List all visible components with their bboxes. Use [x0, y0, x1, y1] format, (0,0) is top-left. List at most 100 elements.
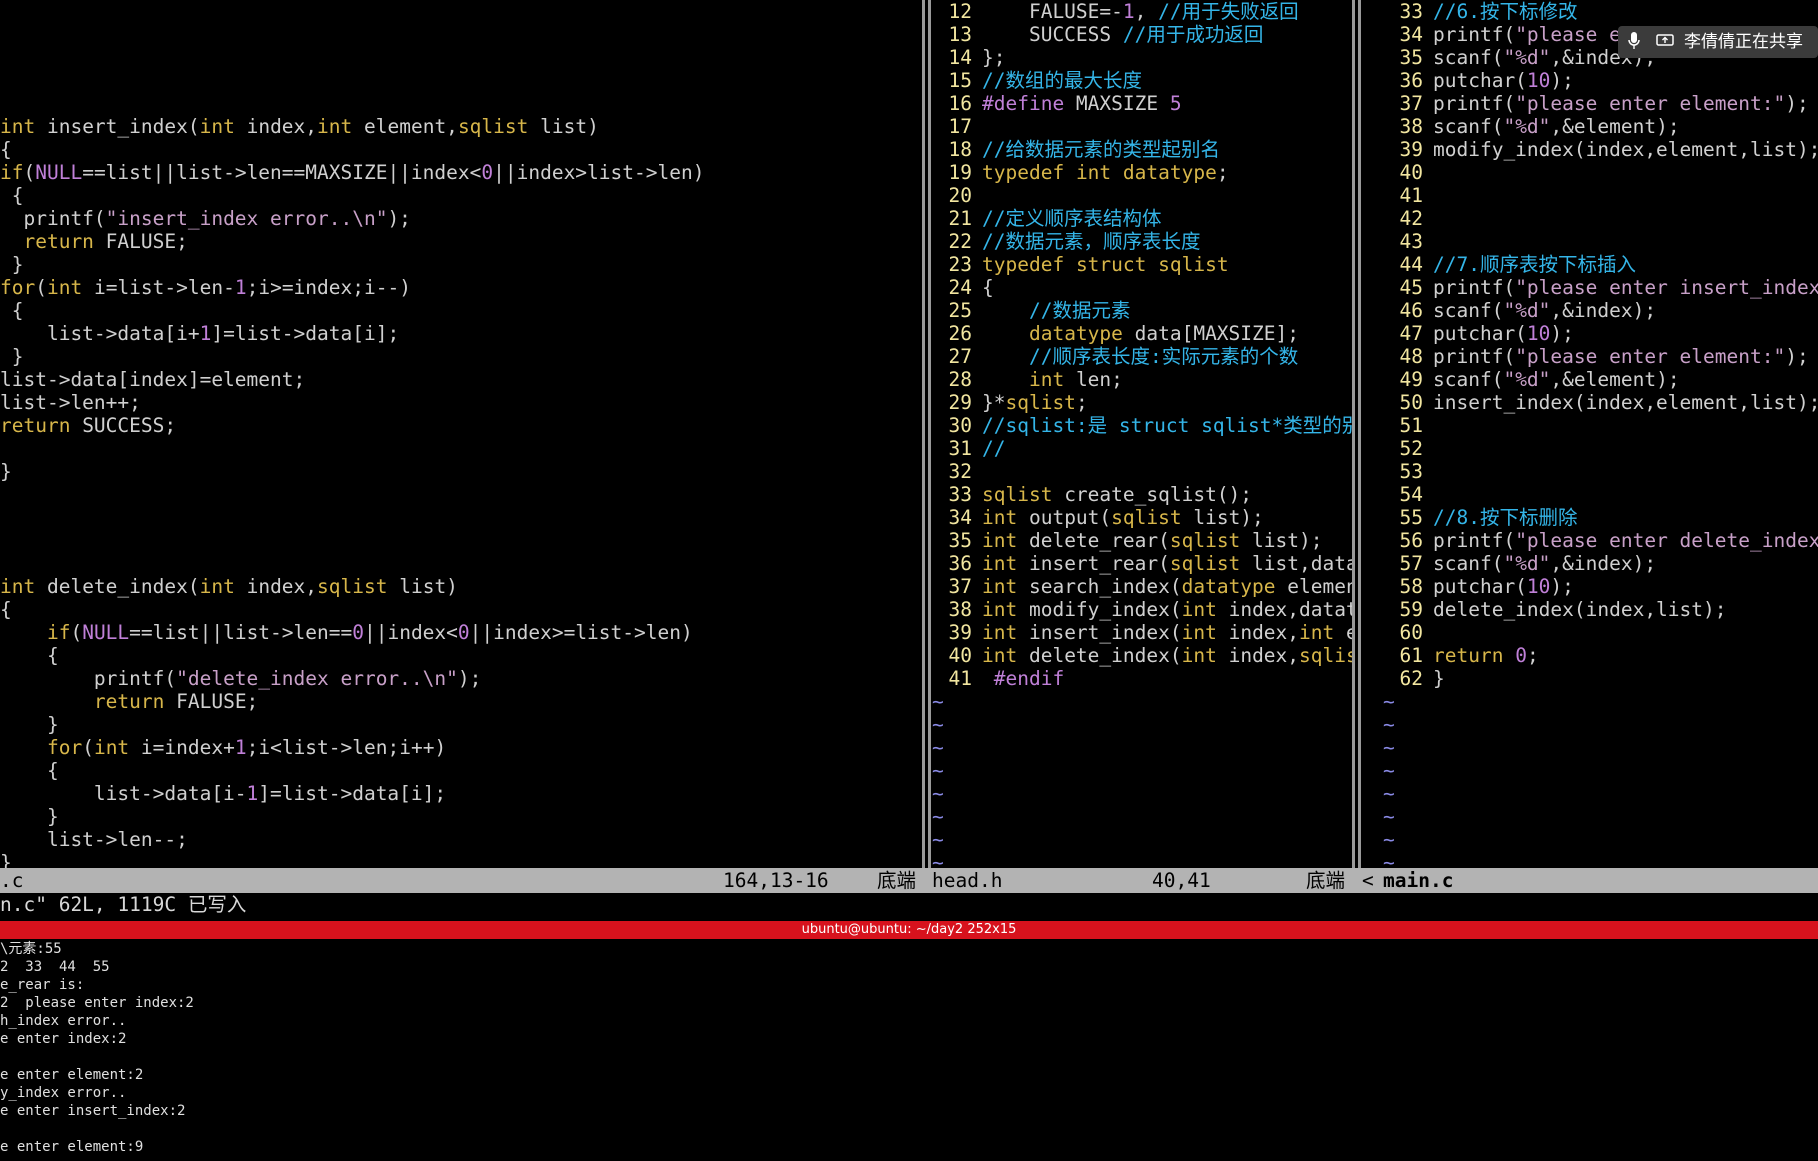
code-line[interactable]: printf("delete_index error..\n");	[0, 667, 922, 690]
code-line[interactable]: }	[0, 460, 922, 483]
code-line[interactable]: 35 int delete_rear(sqlist list);	[932, 529, 1352, 552]
code-line[interactable]: 18 //给数据元素的类型起别名	[932, 138, 1352, 161]
code-line[interactable]: list->data[i-1]=list->data[i];	[0, 782, 922, 805]
code-line[interactable]	[0, 23, 922, 46]
code-line[interactable]: for(int i=index+1;i<list->len;i++)	[0, 736, 922, 759]
screen-share-badge[interactable]: 李倩倩正在共享	[1618, 26, 1818, 58]
code-line[interactable]: {	[0, 138, 922, 161]
pane-separator[interactable]	[1352, 0, 1383, 868]
code-line[interactable]	[0, 506, 922, 529]
code-line[interactable]: 41	[1383, 184, 1818, 207]
code-line[interactable]: list->len++;	[0, 391, 922, 414]
code-line[interactable]: 45 printf("please enter insert_index:")	[1383, 276, 1818, 299]
code-line[interactable]: 30 //sqlist:是 struct sqlist*类型的别	[932, 414, 1352, 437]
code-line[interactable]: if(NULL==list||list->len==0||index<0||in…	[0, 621, 922, 644]
code-line[interactable]: 49 scanf("%d",&element);	[1383, 368, 1818, 391]
code-line[interactable]: 19 typedef int datatype;	[932, 161, 1352, 184]
code-line[interactable]: printf("insert_index error..\n");	[0, 207, 922, 230]
code-line[interactable]: list->len--;	[0, 828, 922, 851]
code-line[interactable]: 39 int insert_index(int index,int ele	[932, 621, 1352, 644]
code-line[interactable]: 13 SUCCESS //用于成功返回	[932, 23, 1352, 46]
terminal-title-bar[interactable]: ubuntu@ubuntu: ~/day2 252x15	[0, 921, 1818, 939]
code-line[interactable]: 14};	[932, 46, 1352, 69]
code-line[interactable]: 40 int delete_index(int index,sqlist	[932, 644, 1352, 667]
code-line[interactable]: 26 datatype data[MAXSIZE];	[932, 322, 1352, 345]
code-line[interactable]: 40	[1383, 161, 1818, 184]
code-line[interactable]: 56 printf("please enter delete_index:")	[1383, 529, 1818, 552]
code-line[interactable]: if(NULL==list||list->len==MAXSIZE||index…	[0, 161, 922, 184]
code-line[interactable]: 32	[932, 460, 1352, 483]
code-line[interactable]	[0, 46, 922, 69]
code-line[interactable]: {	[0, 598, 922, 621]
code-line[interactable]: 31 //	[932, 437, 1352, 460]
code-line[interactable]: 55 //8.按下标删除	[1383, 506, 1818, 529]
code-line[interactable]: 39 modify_index(index,element,list);	[1383, 138, 1818, 161]
code-line[interactable]	[0, 437, 922, 460]
code-line[interactable]: {	[0, 759, 922, 782]
code-line[interactable]: 50 insert_index(index,element,list);	[1383, 391, 1818, 414]
code-line[interactable]: }	[0, 253, 922, 276]
code-line[interactable]: }	[0, 805, 922, 828]
code-line[interactable]: 17	[932, 115, 1352, 138]
code-line[interactable]: 37 printf("please enter element:");	[1383, 92, 1818, 115]
code-line[interactable]: {	[0, 184, 922, 207]
code-line[interactable]: }	[0, 713, 922, 736]
code-line[interactable]: 16 #define MAXSIZE 5	[932, 92, 1352, 115]
code-line[interactable]: 42	[1383, 207, 1818, 230]
code-line[interactable]: 53	[1383, 460, 1818, 483]
code-line[interactable]: {	[0, 644, 922, 667]
code-line[interactable]: list->data[index]=element;	[0, 368, 922, 391]
code-line[interactable]: 38 int modify_index(int index,datatyp	[932, 598, 1352, 621]
code-line[interactable]: 24 {	[932, 276, 1352, 299]
code-line[interactable]: {	[0, 299, 922, 322]
code-line[interactable]: 36 putchar(10);	[1383, 69, 1818, 92]
code-line[interactable]: 33 sqlist create_sqlist();	[932, 483, 1352, 506]
code-line[interactable]	[0, 552, 922, 575]
pane-separator[interactable]	[922, 0, 932, 868]
code-line[interactable]: }	[0, 851, 922, 868]
code-line[interactable]	[0, 483, 922, 506]
code-line[interactable]: 37 int search_index(datatype element,	[932, 575, 1352, 598]
code-line[interactable]: for(int i=list->len-1;i>=index;i--)	[0, 276, 922, 299]
code-line[interactable]: 48 printf("please enter element:");	[1383, 345, 1818, 368]
code-line[interactable]: 29}*sqlist;	[932, 391, 1352, 414]
code-line[interactable]: return SUCCESS;	[0, 414, 922, 437]
editor-pane-main-c[interactable]: 33 //6.按下标修改 34 printf("please en 35 scanf("%…	[1383, 0, 1818, 868]
code-line[interactable]: int delete_index(int index,sqlist list)	[0, 575, 922, 598]
code-line[interactable]: 15 //数组的最大长度	[932, 69, 1352, 92]
code-line[interactable]	[0, 529, 922, 552]
code-line[interactable]: 36 int insert_rear(sqlist list,dataty	[932, 552, 1352, 575]
code-line[interactable]: 60	[1383, 621, 1818, 644]
code-line[interactable]: 47 putchar(10);	[1383, 322, 1818, 345]
editor-pane-head-h[interactable]: 12 FALUSE=-1, //用于失败返回 13 SUCCESS //用于成功返…	[932, 0, 1352, 868]
code-line[interactable]: 44 //7.顺序表按下标插入	[1383, 253, 1818, 276]
terminal-output[interactable]: \元素:55 2 33 44 55 e_rear is: 2 please enter…	[0, 940, 1818, 1161]
code-line[interactable]: 46 scanf("%d",&index);	[1383, 299, 1818, 322]
code-line[interactable]: list->data[i+1]=list->data[i];	[0, 322, 922, 345]
code-line[interactable]: return FALUSE;	[0, 230, 922, 253]
code-line[interactable]: 62}	[1383, 667, 1818, 690]
code-line[interactable]: 52	[1383, 437, 1818, 460]
code-line[interactable]: return FALUSE;	[0, 690, 922, 713]
code-line[interactable]: 59 delete_index(index,list);	[1383, 598, 1818, 621]
code-line[interactable]: }	[0, 345, 922, 368]
code-line[interactable]: int insert_index(int index,int element,s…	[0, 115, 922, 138]
code-line[interactable]: 61 return 0;	[1383, 644, 1818, 667]
code-line[interactable]: 57 scanf("%d",&index);	[1383, 552, 1818, 575]
code-line[interactable]: 12 FALUSE=-1, //用于失败返回	[932, 0, 1352, 23]
code-line[interactable]: 21 //定义顺序表结构体	[932, 207, 1352, 230]
code-line[interactable]	[0, 0, 922, 23]
code-line[interactable]: 20	[932, 184, 1352, 207]
code-line[interactable]: 41 #endif	[932, 667, 1352, 690]
code-line[interactable]: 38 scanf("%d",&element);	[1383, 115, 1818, 138]
code-line[interactable]: 28 int len;	[932, 368, 1352, 391]
editor-pane-left[interactable]: int insert_index(int index,int element,s…	[0, 0, 922, 868]
code-line[interactable]	[0, 69, 922, 92]
code-line[interactable]: 23 typedef struct sqlist	[932, 253, 1352, 276]
code-line[interactable]: 27 //顺序表长度:实际元素的个数	[932, 345, 1352, 368]
code-line[interactable]: 51	[1383, 414, 1818, 437]
code-line[interactable]: 54	[1383, 483, 1818, 506]
code-line[interactable]	[0, 92, 922, 115]
code-line[interactable]: 22 //数据元素，顺序表长度	[932, 230, 1352, 253]
code-line[interactable]: 43	[1383, 230, 1818, 253]
